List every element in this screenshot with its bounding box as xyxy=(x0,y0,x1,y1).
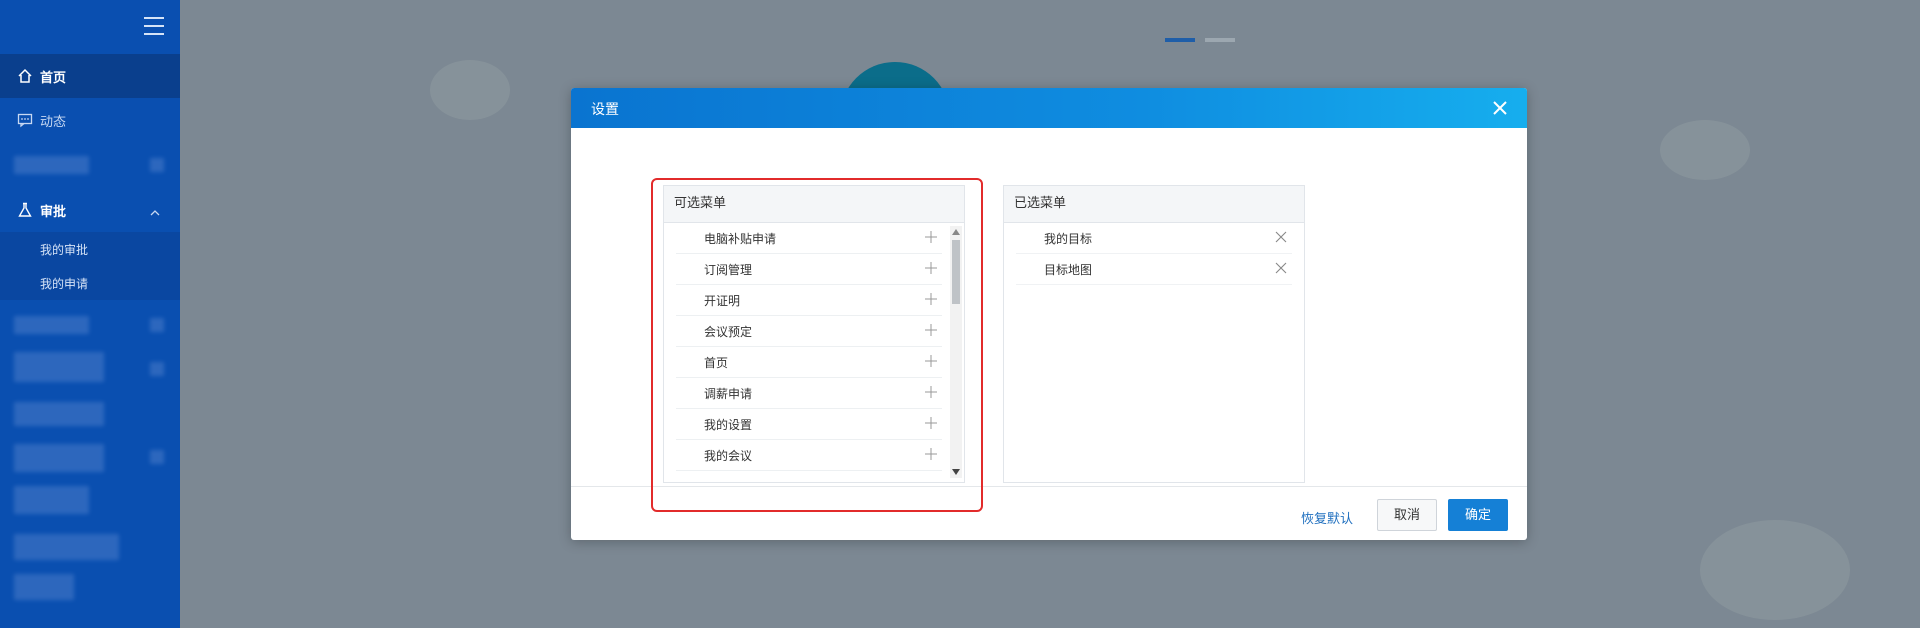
available-menu-item[interactable]: 调薪申请 xyxy=(676,378,942,409)
menu-item-label: 我的会议 xyxy=(704,448,753,463)
carousel-dot-active[interactable] xyxy=(1165,38,1195,42)
settings-dialog: 设置 可选菜单 电脑补贴申请 订阅管理 开证明 会议预定 首页 调薪申请 我的设… xyxy=(571,88,1527,540)
blurred-sidebar-item[interactable] xyxy=(0,348,180,392)
menu-item-label: 我的目标 xyxy=(1044,231,1093,246)
menu-item-label: 调薪申请 xyxy=(704,386,753,401)
scrollbar-thumb[interactable] xyxy=(952,240,960,304)
list-scrollbar[interactable] xyxy=(950,226,962,478)
sidebar-top xyxy=(0,0,180,54)
menu-item-label: 电脑补贴申请 xyxy=(704,231,777,246)
cancel-button[interactable]: 取消 xyxy=(1377,499,1437,531)
sidebar-subitem-label: 我的申请 xyxy=(40,276,89,291)
add-icon[interactable] xyxy=(924,323,938,337)
blurred-sidebar-item[interactable] xyxy=(0,392,180,436)
add-icon[interactable] xyxy=(924,447,938,461)
available-menu-item[interactable]: 首页 xyxy=(676,347,942,378)
scroll-up-arrow-icon[interactable] xyxy=(952,229,960,235)
home-icon xyxy=(16,67,34,85)
blurred-sidebar-item[interactable] xyxy=(0,568,180,612)
available-menu-list: 电脑补贴申请 订阅管理 开证明 会议预定 首页 调薪申请 我的设置 我的会议 xyxy=(664,223,964,471)
dialog-body: 可选菜单 电脑补贴申请 订阅管理 开证明 会议预定 首页 调薪申请 我的设置 我… xyxy=(571,128,1527,512)
blurred-sidebar-item[interactable] xyxy=(0,142,180,186)
blurred-sidebar-item[interactable] xyxy=(0,436,180,480)
cloud-decoration xyxy=(430,60,510,120)
selected-menu-item[interactable]: 我的目标 xyxy=(1016,223,1292,254)
restore-default-link[interactable]: 恢复默认 xyxy=(1301,508,1353,527)
available-menu-item[interactable]: 开证明 xyxy=(676,285,942,316)
available-menu-panel: 可选菜单 电脑补贴申请 订阅管理 开证明 会议预定 首页 调薪申请 我的设置 我… xyxy=(663,185,965,483)
selected-menu-header: 已选菜单 xyxy=(1004,186,1304,223)
menu-toggle-icon[interactable] xyxy=(144,17,164,35)
menu-item-label: 我的设置 xyxy=(704,417,753,432)
menu-item-label: 首页 xyxy=(704,355,729,370)
add-icon[interactable] xyxy=(924,416,938,430)
menu-item-label: 目标地图 xyxy=(1044,262,1093,277)
menu-item-label: 订阅管理 xyxy=(704,262,753,277)
add-icon[interactable] xyxy=(924,230,938,244)
dialog-title: 设置 xyxy=(591,102,619,118)
cloud-decoration xyxy=(1660,120,1750,180)
chat-icon xyxy=(16,111,34,129)
selected-menu-list: 我的目标 目标地图 xyxy=(1004,223,1304,285)
remove-icon[interactable] xyxy=(1274,261,1288,275)
add-icon[interactable] xyxy=(924,292,938,306)
blurred-sidebar-item[interactable] xyxy=(0,524,180,568)
scroll-down-arrow-icon[interactable] xyxy=(952,469,960,475)
chevron-up-icon xyxy=(150,206,160,221)
sidebar-item-label: 动态 xyxy=(40,114,67,130)
flask-icon xyxy=(16,201,34,219)
menu-item-label: 会议预定 xyxy=(704,324,753,339)
menu-item-label: 开证明 xyxy=(704,293,741,308)
dialog-header: 设置 xyxy=(571,88,1527,128)
add-icon[interactable] xyxy=(924,354,938,368)
close-icon[interactable] xyxy=(1491,99,1509,117)
selected-menu-panel: 已选菜单 我的目标 目标地图 xyxy=(1003,185,1305,483)
blurred-sidebar-item[interactable] xyxy=(0,480,180,524)
available-menu-item[interactable]: 我的设置 xyxy=(676,409,942,440)
add-icon[interactable] xyxy=(924,385,938,399)
available-menu-item[interactable]: 电脑补贴申请 xyxy=(676,223,942,254)
carousel-indicator xyxy=(1165,38,1235,42)
available-menu-item[interactable]: 订阅管理 xyxy=(676,254,942,285)
available-menu-header: 可选菜单 xyxy=(664,186,964,223)
sidebar: 首页 动态 审批 我的审批 我的申请 xyxy=(0,0,180,628)
available-menu-item[interactable]: 我的会议 xyxy=(676,440,942,471)
sidebar-item-home[interactable]: 首页 xyxy=(0,54,180,98)
carousel-dot[interactable] xyxy=(1205,38,1235,42)
sidebar-subitem-my-requests[interactable]: 我的申请 xyxy=(0,266,180,300)
confirm-button[interactable]: 确定 xyxy=(1448,499,1508,531)
dialog-footer: 恢复默认 取消 确定 xyxy=(571,487,1527,540)
available-menu-item[interactable]: 会议预定 xyxy=(676,316,942,347)
add-icon[interactable] xyxy=(924,261,938,275)
blurred-sidebar-item[interactable] xyxy=(0,304,180,348)
selected-menu-item[interactable]: 目标地图 xyxy=(1016,254,1292,285)
sidebar-subitem-my-approvals[interactable]: 我的审批 xyxy=(0,232,180,266)
cloud-decoration xyxy=(1700,520,1850,620)
sidebar-group-label: 审批 xyxy=(40,204,67,220)
remove-icon[interactable] xyxy=(1274,230,1288,244)
sidebar-item-label: 首页 xyxy=(40,70,67,86)
sidebar-group-approval[interactable]: 审批 xyxy=(0,188,180,232)
sidebar-item-activity[interactable]: 动态 xyxy=(0,98,180,142)
sidebar-subitem-label: 我的审批 xyxy=(40,242,89,257)
